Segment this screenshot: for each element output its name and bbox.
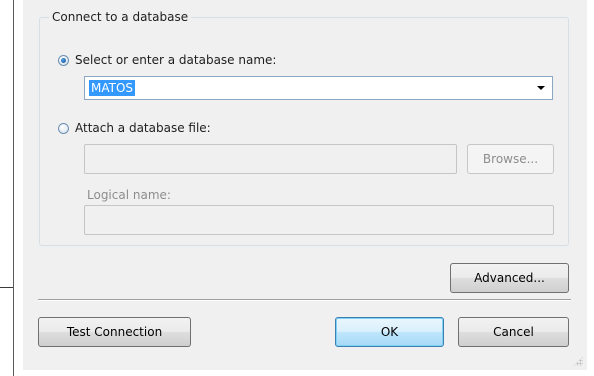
connection-dialog: Connect to a database Select or enter a … [23, 0, 587, 370]
ok-button[interactable]: OK [335, 317, 444, 347]
chevron-down-icon[interactable] [537, 86, 545, 90]
attach-file-radio[interactable] [58, 122, 69, 134]
attach-file-label: Attach a database file: [75, 121, 211, 135]
attach-file-option[interactable]: Attach a database file: [58, 121, 211, 135]
advanced-button[interactable]: Advanced... [450, 263, 569, 293]
screen: Connect to a database Select or enter a … [0, 0, 594, 376]
test-connection-button[interactable]: Test Connection [38, 317, 191, 347]
select-database-label: Select or enter a database name: [75, 53, 277, 67]
select-database-radio[interactable] [58, 54, 69, 66]
database-file-path-field[interactable] [84, 144, 457, 174]
button-separator [38, 299, 571, 301]
cancel-button[interactable]: Cancel [458, 317, 569, 347]
group-title: Connect to a database [49, 10, 192, 24]
database-name-value[interactable]: MATOS [89, 80, 136, 96]
select-database-option[interactable]: Select or enter a database name: [58, 53, 276, 67]
browse-button[interactable]: Browse... [467, 144, 554, 174]
logical-name-field[interactable] [84, 205, 554, 235]
database-name-combo[interactable]: MATOS [84, 76, 553, 100]
logical-name-label: Logical name: [87, 188, 171, 202]
resize-grip-icon[interactable] [573, 356, 583, 366]
window-edge-tick [0, 287, 13, 288]
window-edge [13, 0, 14, 376]
